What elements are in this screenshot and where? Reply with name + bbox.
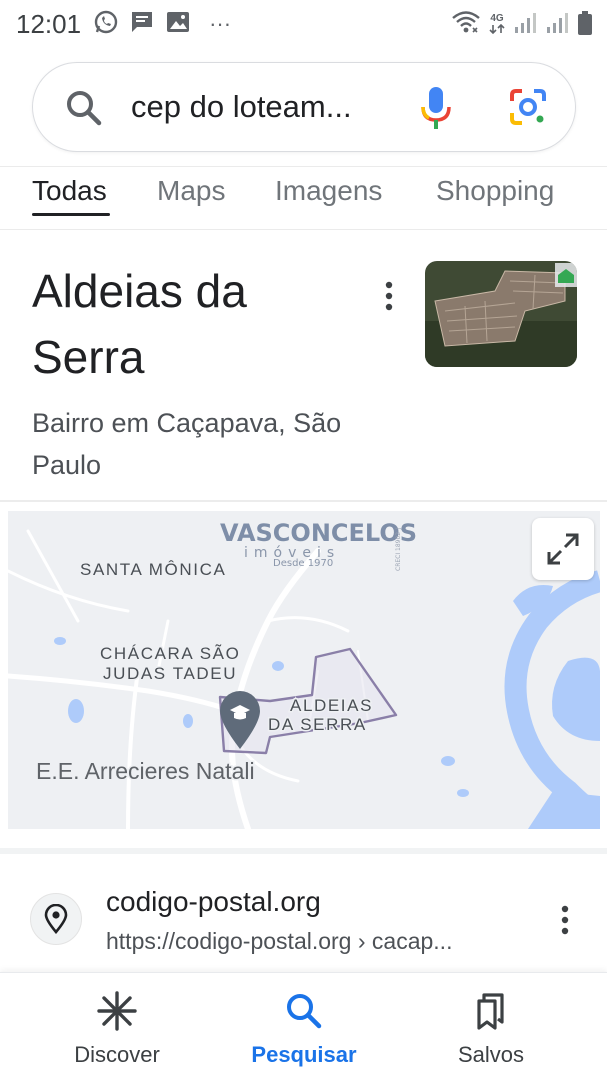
search-icon [284,994,324,1035]
aerial-thumbnail-image[interactable] [425,261,577,367]
wifi-icon [451,10,481,41]
result-url[interactable]: https://codigo-postal.org › cacap... [106,928,452,955]
network-4g-icon: 4G [489,14,505,37]
gallery-icon [165,9,191,40]
nav-label-pesquisar: Pesquisar [251,1042,357,1067]
network-type-label: 4G [490,13,504,24]
status-notification-icons: ··· [93,9,231,40]
signal-icon [545,11,569,40]
battery-icon [577,10,593,41]
section-divider [0,848,607,854]
location-pin-icon [30,893,82,945]
nav-label-salvos: Salvos [457,1042,525,1067]
search-icon[interactable] [63,87,105,134]
more-vertical-icon[interactable] [376,278,402,314]
map-label-aldeias-line1: ALDEIAS [290,696,373,715]
bottom-navigation: Discover Pesquisar Salvos [0,972,607,1080]
google-lens-icon[interactable] [506,85,550,134]
more-vertical-icon[interactable] [552,902,578,938]
tab-todas[interactable]: Todas [32,175,107,207]
divider [0,500,607,502]
nav-pesquisar[interactable]: Pesquisar [234,991,374,1068]
more-dots-icon: ··· [209,11,232,36]
knowledge-panel-title: Aldeias da Serra [32,265,247,383]
map-label-chacara-line1: CHÁCARA SÃO [100,644,240,663]
result-site-name[interactable]: codigo-postal.org [106,886,321,918]
nav-discover[interactable]: Discover [47,991,187,1068]
map-label-school: E.E. Arrecieres Natali [36,758,255,784]
bookmarks-icon [471,993,511,1035]
asterisk-icon [97,991,137,1035]
map-preview[interactable]: SANTA MÔNICA CHÁCARA SÃO JUDAS TADEU ALD… [8,511,600,829]
status-bar: 12:01 ··· 4G [0,0,607,48]
status-system-icons: 4G [451,10,593,41]
watermark-creci: CRECI 18902-J [395,527,402,571]
tab-maps[interactable]: Maps [157,175,225,207]
search-tabs: Todas Maps Imagens Shopping [0,166,607,230]
tab-imagens[interactable]: Imagens [275,175,382,207]
search-box[interactable]: cep do loteam... [32,62,576,152]
message-icon [129,9,155,40]
fullscreen-icon[interactable] [532,518,594,580]
map-label-santa-monica: SANTA MÔNICA [80,560,226,579]
knowledge-panel-subtitle: Bairro em Caçapava, São Paulo [32,408,342,480]
active-tab-indicator [32,213,110,216]
status-time: 12:01 [16,8,82,39]
nav-salvos[interactable]: Salvos [421,991,561,1068]
watermark-brand: VASCONCELOS [220,519,417,547]
signal-icon [513,11,537,40]
search-query[interactable]: cep do loteam... [131,89,352,125]
whatsapp-icon [93,9,119,40]
map-label-chacara-line2: JUDAS TADEU [103,664,237,683]
mic-icon[interactable] [419,85,453,138]
nav-label-discover: Discover [74,1042,160,1067]
watermark-since: Desde 1970 [273,558,333,569]
tab-shopping[interactable]: Shopping [436,175,554,207]
map-label-aldeias-line2: DA SERRA [268,715,367,734]
